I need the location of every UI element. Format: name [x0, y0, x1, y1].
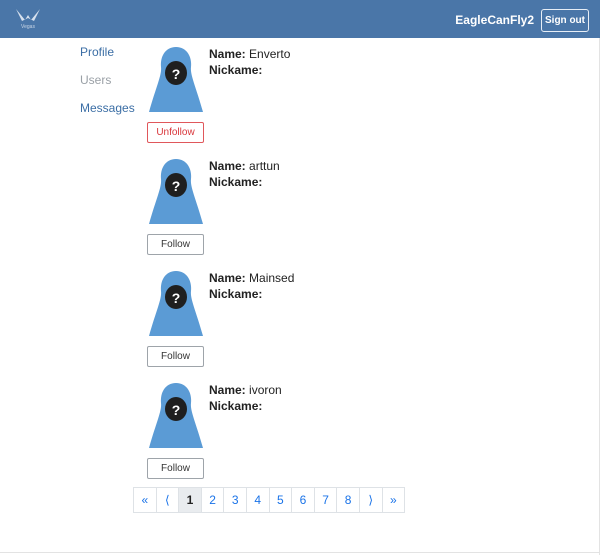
anonymous-avatar-icon: ?: [149, 159, 203, 224]
user-info: Name: Mainsed Nickame:: [209, 270, 294, 302]
user-info: Name: ivoron Nickame:: [209, 382, 282, 414]
unfollow-button[interactable]: Unfollow: [147, 122, 204, 143]
user-card: ? Name: arttun Nickame: Follow: [147, 157, 447, 269]
svg-text:?: ?: [172, 66, 181, 82]
follow-button[interactable]: Follow: [147, 458, 204, 479]
page-prev-button[interactable]: ⟨: [155, 487, 180, 513]
follow-button[interactable]: Follow: [147, 346, 204, 367]
nickname-label: Nickame:: [209, 287, 263, 301]
user-card: ? Name: Enverto Nickame: Unfollow: [147, 45, 447, 157]
page-first-button[interactable]: «: [133, 487, 157, 513]
sign-out-button[interactable]: Sign out: [541, 9, 589, 32]
page-3-button[interactable]: 3: [223, 487, 247, 513]
user-info: Name: Enverto Nickame:: [209, 46, 290, 78]
user-info: Name: arttun Nickame:: [209, 158, 280, 190]
user-card: ? Name: ivoron Nickame: Follow: [147, 381, 447, 493]
name-label: Name:: [209, 47, 246, 61]
anonymous-avatar-icon: ?: [149, 271, 203, 336]
page-next-button[interactable]: ⟩: [358, 487, 383, 513]
pagination: « ⟨ 1 2 3 4 5 6 7 8 ⟩ »: [133, 487, 406, 513]
page-4-button[interactable]: 4: [245, 487, 270, 513]
name-label: Name:: [209, 383, 246, 397]
user-name: Mainsed: [249, 271, 295, 285]
svg-text:?: ?: [172, 178, 181, 194]
anonymous-avatar-icon: ?: [149, 383, 203, 448]
anonymous-avatar-icon: ?: [149, 47, 203, 112]
page-7-button[interactable]: 7: [313, 487, 338, 513]
nickname-label: Nickame:: [209, 63, 263, 77]
nickname-label: Nickame:: [209, 175, 263, 189]
app-header: Vegas EagleCanFly2 Sign out: [0, 0, 600, 38]
page-2-button[interactable]: 2: [200, 487, 225, 513]
eagle-logo-icon: [16, 9, 40, 21]
content-border-bottom: [0, 552, 600, 553]
logo-text: Vegas: [21, 24, 35, 30]
user-name: arttun: [249, 159, 280, 173]
current-username: EagleCanFly2: [455, 13, 534, 27]
name-label: Name:: [209, 159, 246, 173]
page-5-button[interactable]: 5: [268, 487, 293, 513]
page-last-button[interactable]: »: [381, 487, 406, 513]
nickname-label: Nickame:: [209, 399, 263, 413]
sidebar-item-profile[interactable]: Profile: [80, 45, 114, 59]
follow-button[interactable]: Follow: [147, 234, 204, 255]
page-6-button[interactable]: 6: [291, 487, 315, 513]
user-name: Enverto: [249, 47, 291, 61]
svg-text:?: ?: [172, 290, 181, 306]
svg-text:?: ?: [172, 402, 181, 418]
page-8-button[interactable]: 8: [336, 487, 360, 513]
sidebar-item-messages[interactable]: Messages: [80, 101, 135, 115]
name-label: Name:: [209, 271, 246, 285]
user-name: ivoron: [249, 383, 282, 397]
logo[interactable]: Vegas: [14, 6, 42, 32]
page-1-button[interactable]: 1: [178, 487, 202, 513]
sidebar-item-users: Users: [80, 73, 112, 87]
user-card: ? Name: Mainsed Nickame: Follow: [147, 269, 447, 381]
